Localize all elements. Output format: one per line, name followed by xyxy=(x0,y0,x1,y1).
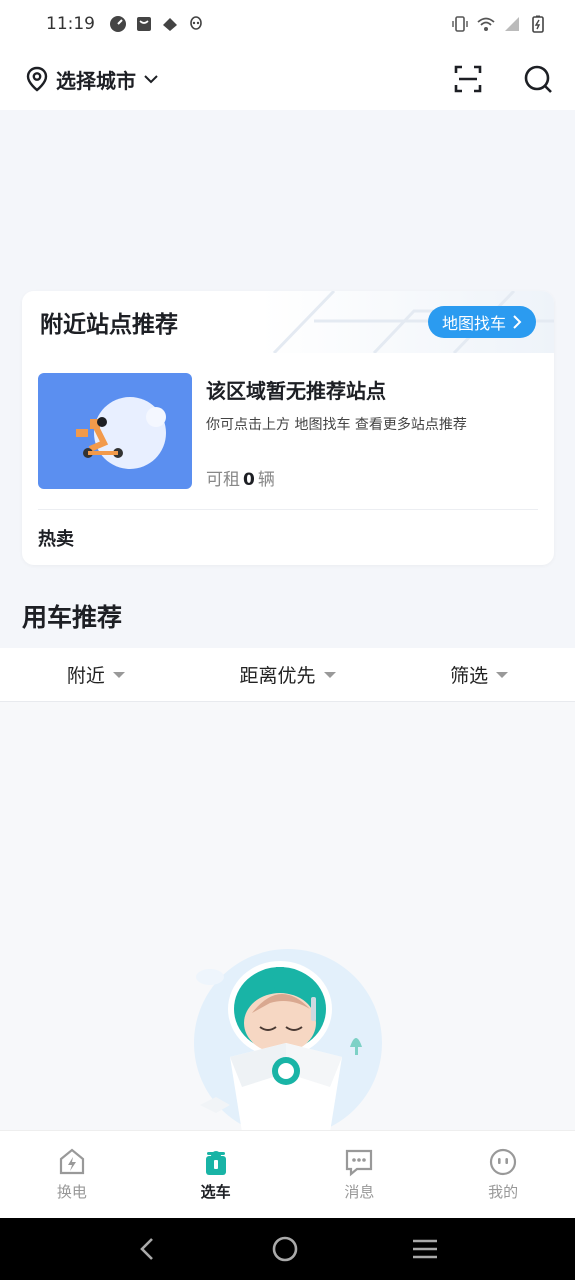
filter-distance-priority[interactable]: 距离优先 xyxy=(192,648,384,701)
no-station-title: 该区域暂无推荐站点 xyxy=(206,379,386,403)
map-button-label: 地图找车 xyxy=(441,314,506,333)
banner-area xyxy=(0,110,575,290)
system-navigation-bar xyxy=(0,1218,575,1280)
scan-icon[interactable] xyxy=(453,64,483,94)
filter-bar: 附近 距离优先 筛选 xyxy=(0,648,575,702)
caret-down-icon xyxy=(323,671,336,678)
filter-nearby-label: 附近 xyxy=(66,665,105,687)
hot-sale-label[interactable]: 热卖 xyxy=(38,525,74,551)
top-bar: 选择城市 xyxy=(0,48,575,110)
tab-battery-swap-label: 换电 xyxy=(56,1183,87,1201)
filter-screen-label: 筛选 xyxy=(450,665,489,687)
caret-down-icon xyxy=(112,671,125,678)
tab-profile-label: 我的 xyxy=(488,1183,519,1201)
alien-icon xyxy=(190,16,202,30)
home-icon[interactable] xyxy=(271,1235,299,1263)
station-empty-info: 该区域暂无推荐站点 你可点击上方 地图找车 查看更多站点推荐 可租 0 辆 xyxy=(206,373,538,490)
filter-distance-label: 距离优先 xyxy=(239,665,316,687)
empty-mascot-illustration xyxy=(194,949,382,1132)
no-station-hint: 你可点击上方 地图找车 查看更多站点推荐 xyxy=(206,417,467,433)
wifi-icon xyxy=(477,17,495,31)
tab-select-vehicle[interactable]: 选车 xyxy=(144,1131,288,1218)
station-empty-state: 该区域暂无推荐站点 你可点击上方 地图找车 查看更多站点推荐 可租 0 辆 xyxy=(22,353,554,490)
empty-station-illustration xyxy=(38,373,192,489)
tab-profile[interactable]: 我的 xyxy=(431,1131,575,1218)
app-notification-icon xyxy=(163,18,177,31)
signal-icon xyxy=(505,17,519,31)
nearby-stations-header: 附近站点推荐 地图找车 xyxy=(22,291,554,353)
recents-menu-icon[interactable] xyxy=(411,1235,439,1263)
status-time: 11:19 xyxy=(46,14,95,34)
top-actions xyxy=(453,64,553,94)
location-pin-icon xyxy=(26,66,48,92)
tab-messages-label: 消息 xyxy=(344,1183,375,1201)
caret-down-icon xyxy=(496,671,509,678)
nearby-stations-card: 附近站点推荐 地图找车 该区域暂无推荐站点 你可点击上方 地图找车 查看更多站点… xyxy=(22,291,554,565)
find-vehicle-on-map-button[interactable]: 地图找车 xyxy=(427,306,536,338)
available-count: 可租 0 辆 xyxy=(206,465,275,490)
search-icon[interactable] xyxy=(523,64,553,94)
vehicle-list-empty xyxy=(0,702,575,1132)
card-divider xyxy=(38,509,538,510)
profile-icon xyxy=(490,1148,517,1176)
available-suffix: 辆 xyxy=(257,470,275,490)
chevron-down-icon xyxy=(144,75,158,84)
tab-select-vehicle-label: 选车 xyxy=(200,1183,231,1201)
notification-icons xyxy=(109,15,205,33)
available-prefix: 可租 xyxy=(206,470,240,490)
tab-battery-swap[interactable]: 换电 xyxy=(0,1131,144,1218)
battery-icon xyxy=(532,15,544,33)
tab-messages[interactable]: 消息 xyxy=(288,1131,432,1218)
back-icon[interactable] xyxy=(136,1235,160,1263)
nearby-stations-title: 附近站点推荐 xyxy=(40,312,178,338)
message-icon xyxy=(346,1149,373,1177)
status-bar: 11:19 xyxy=(0,0,575,48)
vibrate-icon xyxy=(452,16,468,32)
shopping-bag-icon xyxy=(137,17,151,31)
filter-screen[interactable]: 筛选 xyxy=(383,648,575,701)
city-selector[interactable]: 选择城市 xyxy=(24,65,160,94)
chevron-right-icon xyxy=(513,315,522,329)
city-label: 选择城市 xyxy=(56,68,136,93)
battery-swap-icon xyxy=(59,1148,84,1175)
filter-nearby[interactable]: 附近 xyxy=(0,648,192,701)
available-number: 0 xyxy=(243,470,255,490)
select-vehicle-icon xyxy=(205,1151,226,1175)
bottom-tab-bar: 换电 选车 消息 我的 xyxy=(0,1130,575,1218)
recommend-section-title: 用车推荐 xyxy=(22,603,123,632)
speedometer-icon xyxy=(110,16,126,32)
system-icons xyxy=(451,15,547,33)
